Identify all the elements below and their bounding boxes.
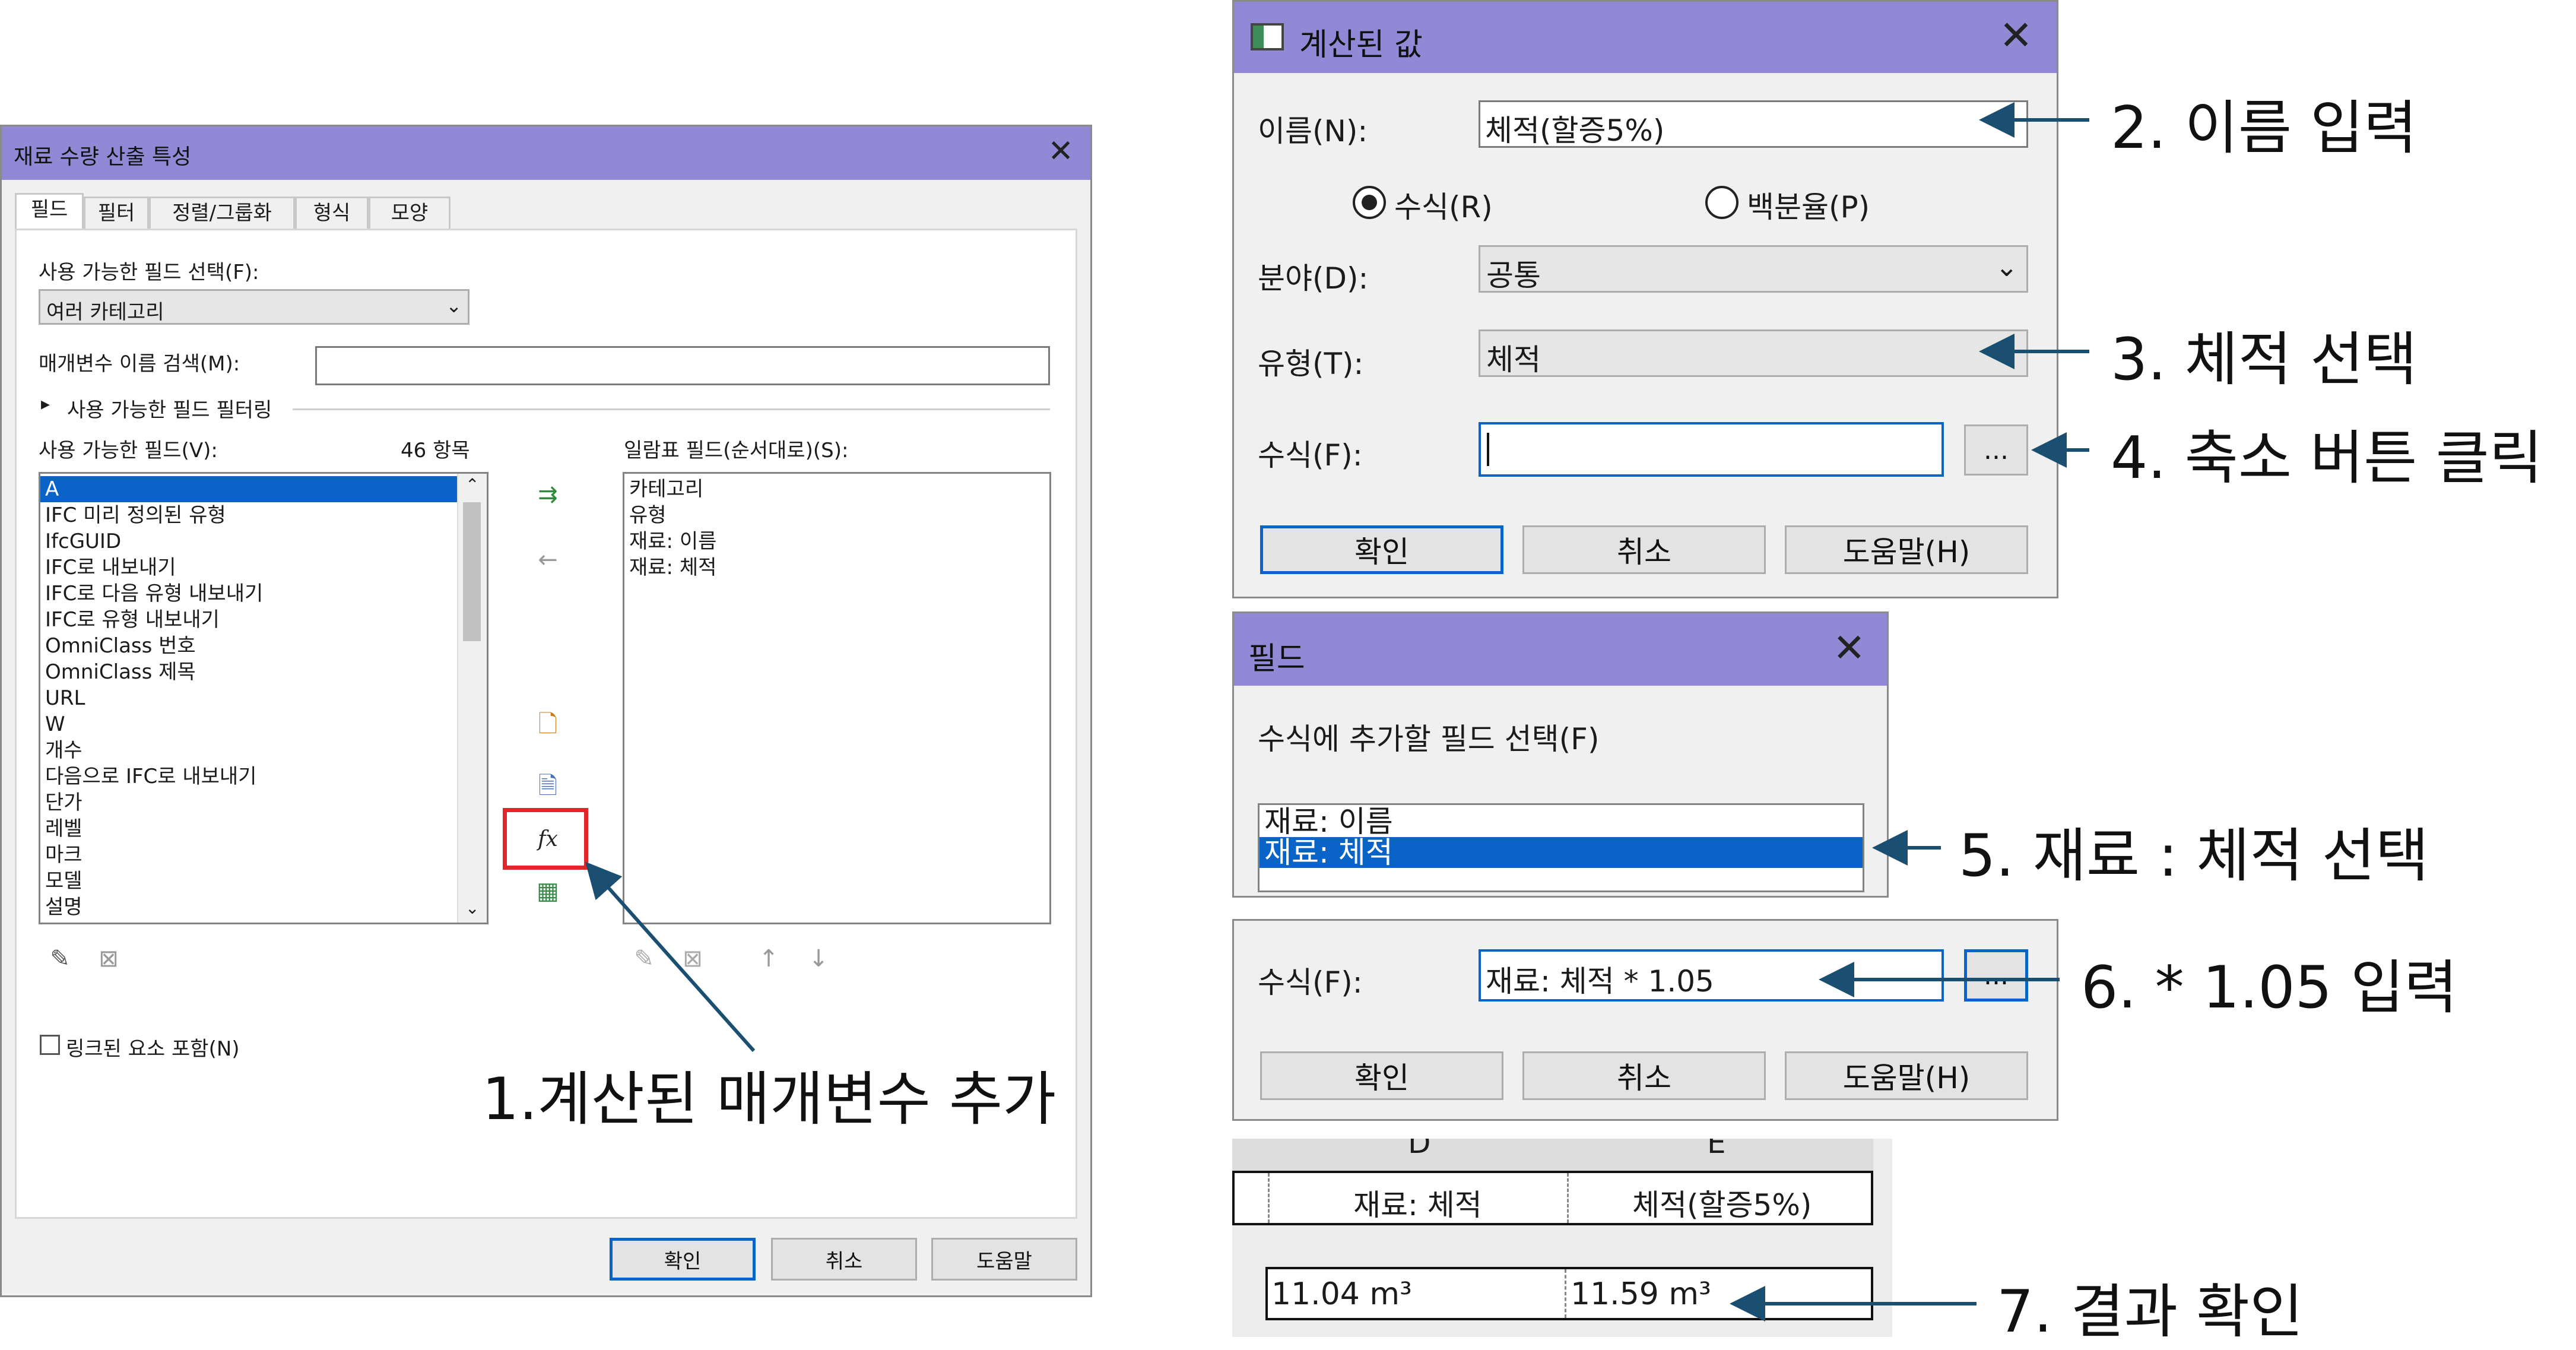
caption-step7: 7. 결과 확인 [1997,1278,2304,1346]
caption-step3: 3. 체적 선택 [2111,326,2418,394]
annotation-arrows [585,102,2089,1322]
caption-step5: 5. 재료 : 체적 선택 [1959,822,2429,890]
caption-step6: 6. * 1.05 입력 [2081,954,2458,1022]
caption-step2: 2. 이름 입력 [2111,94,2418,162]
caption-step1: 1.계산된 매개변수 추가 [482,1066,1057,1133]
caption-step4: 4. 축소 버튼 클릭 [2111,424,2543,492]
arrow-step1 [585,861,756,1052]
